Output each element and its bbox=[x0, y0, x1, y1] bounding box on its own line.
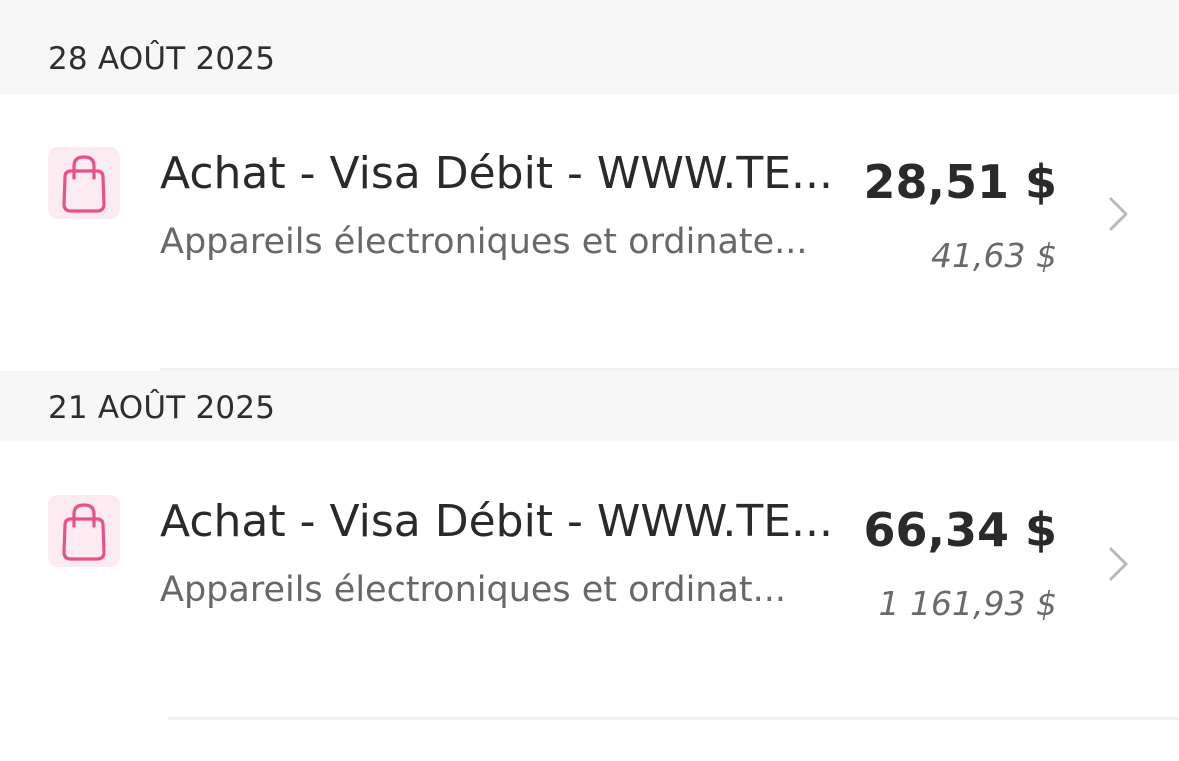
chevron-right-icon[interactable] bbox=[1106, 194, 1132, 234]
transaction-category: Appareils électroniques et ordinat... bbox=[160, 570, 787, 610]
running-balance: 1 161,93 $ bbox=[878, 584, 1057, 623]
chevron-right-icon[interactable] bbox=[1106, 544, 1132, 584]
transaction-amount: 66,34 $ bbox=[863, 503, 1057, 557]
transaction-row[interactable]: Achat - Visa Débit - WWW.TE... Appareils… bbox=[0, 138, 1179, 278]
transaction-amount: 28,51 $ bbox=[863, 155, 1057, 209]
date-header: 21 AOÛT 2025 bbox=[0, 371, 1179, 441]
shopping-bag-icon bbox=[48, 495, 120, 567]
transaction-category: Appareils électroniques et ordinate... bbox=[160, 222, 808, 262]
transaction-row[interactable]: Achat - Visa Débit - WWW.TE... Appareils… bbox=[0, 486, 1179, 626]
running-balance: 41,63 $ bbox=[931, 236, 1057, 275]
date-header: 28 AOÛT 2025 bbox=[0, 0, 1179, 94]
transaction-title: Achat - Visa Débit - WWW.TE... bbox=[160, 496, 833, 547]
transaction-title: Achat - Visa Débit - WWW.TE... bbox=[160, 148, 833, 199]
shopping-bag-icon bbox=[48, 147, 120, 219]
divider bbox=[168, 717, 1179, 720]
